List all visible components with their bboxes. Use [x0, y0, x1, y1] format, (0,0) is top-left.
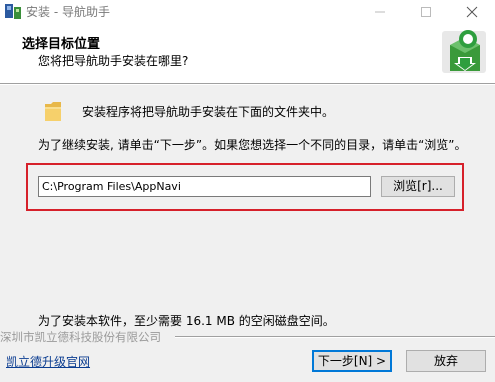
close-button[interactable] [449, 0, 495, 24]
maximize-button[interactable] [403, 0, 449, 24]
footer-divider [175, 336, 495, 338]
minimize-button[interactable] [357, 0, 403, 24]
next-button[interactable]: 下一步[N] > [312, 350, 392, 372]
installer-icon [5, 4, 21, 19]
title-bar[interactable]: 安装 - 导航助手 [0, 0, 495, 24]
maximize-icon [421, 7, 431, 17]
close-icon [466, 6, 478, 18]
window-title: 安装 - 导航助手 [26, 5, 110, 19]
browse-button[interactable]: 浏览[r]... [381, 176, 455, 197]
install-path-input[interactable] [38, 176, 371, 197]
folder-message: 安装程序将把导航助手安装在下面的文件夹中。 [82, 105, 335, 119]
instruction-text: 为了继续安装, 请单击“下一步”。如果您想选择一个不同的目录，请单击“浏览”。 [38, 138, 467, 152]
page-title: 选择目标位置 [22, 37, 101, 52]
page-subtitle: 您将把导航助手安装在哪里? [38, 54, 189, 68]
upgrade-website-link[interactable]: 凯立德升级官网 [6, 353, 90, 370]
disk-space-requirement: 为了安装本软件，至少需要 16.1 MB 的空闲磁盘空间。 [38, 314, 335, 328]
minimize-icon [375, 11, 385, 13]
header-divider [0, 83, 495, 85]
install-package-icon [442, 30, 486, 73]
folder-icon [45, 102, 61, 121]
wizard-header: 选择目标位置 您将把导航助手安装在哪里? [0, 24, 495, 83]
cancel-button[interactable]: 放弃 [406, 350, 486, 372]
company-watermark: 深圳市凯立德科技股份有限公司 [0, 330, 161, 344]
